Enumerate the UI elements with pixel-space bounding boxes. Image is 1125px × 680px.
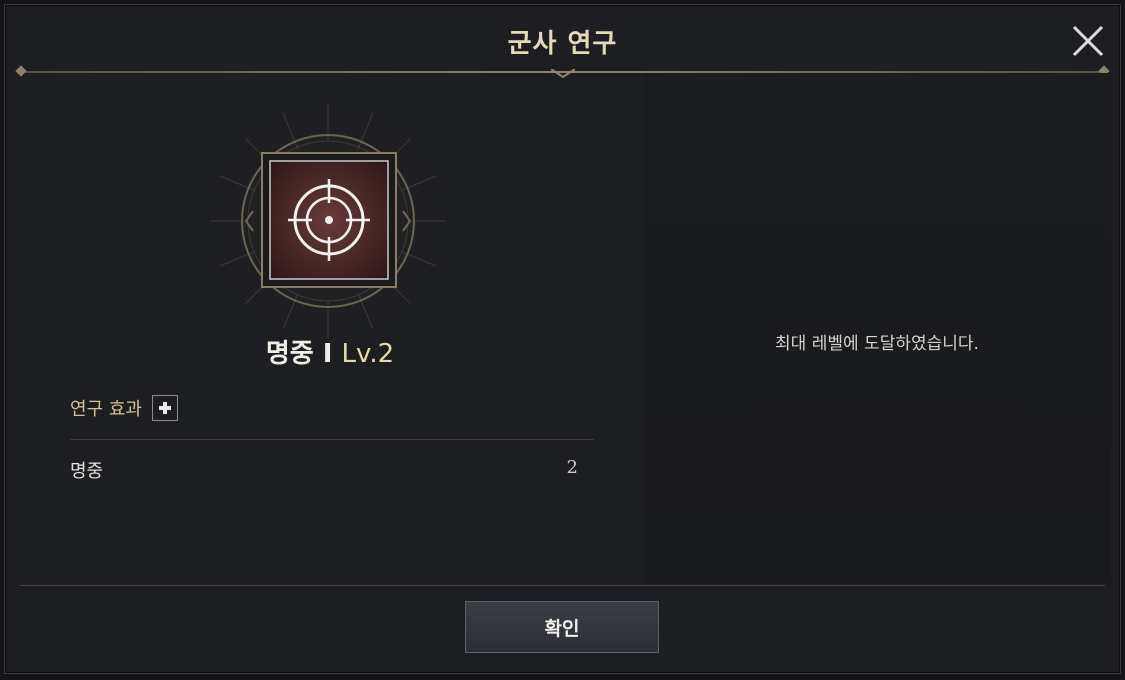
research-dialog: 군사 연구 명중 I Lv.2 연구 효과 명중 2 최대 레벨에 도달하였습니… — [4, 4, 1121, 674]
research-status-panel: 최대 레벨에 도달하였습니다. — [642, 73, 1111, 583]
research-effect-header: 연구 효과 — [70, 395, 178, 421]
effect-row: 명중 2 — [70, 457, 578, 483]
max-level-message: 최대 레벨에 도달하였습니다. — [775, 334, 979, 354]
close-icon — [1072, 25, 1104, 57]
skill-title: 명중 I Lv.2 — [20, 333, 640, 370]
expand-effect-button[interactable] — [151, 395, 178, 421]
footer-divider — [20, 585, 1105, 586]
skill-name: 명중 I — [265, 339, 333, 369]
effect-label: 명중 — [70, 461, 104, 482]
close-button[interactable] — [1068, 21, 1108, 61]
effect-value: 2 — [566, 457, 578, 478]
research-effect-label: 연구 효과 — [70, 399, 142, 420]
confirm-button[interactable]: 확인 — [465, 601, 659, 653]
dialog-title: 군사 연구 — [507, 29, 618, 59]
sunburst-ornament — [210, 103, 446, 339]
skill-icon-frame — [198, 101, 458, 341]
research-detail-panel: 명중 I Lv.2 연구 효과 명중 2 — [20, 73, 640, 583]
effect-divider — [70, 439, 594, 440]
skill-level: Lv.2 — [341, 339, 395, 369]
